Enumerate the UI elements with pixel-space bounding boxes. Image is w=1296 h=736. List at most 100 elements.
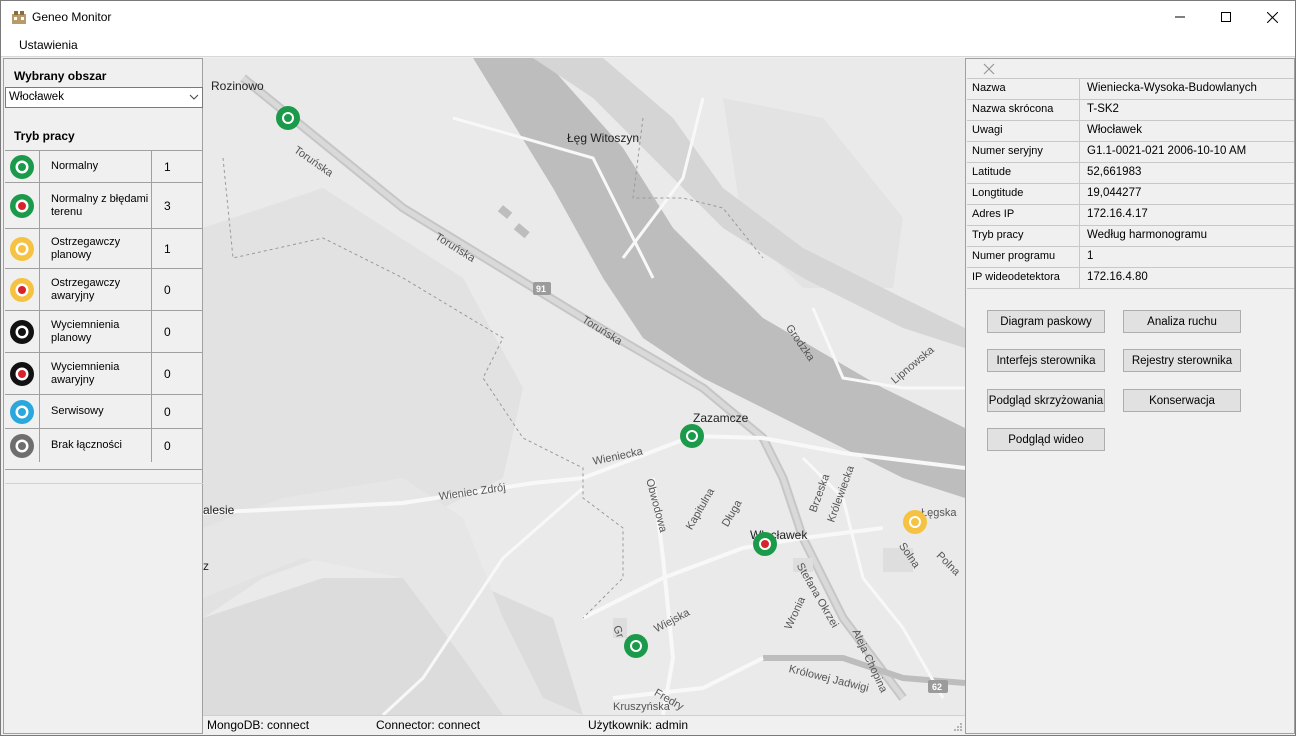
mode-label: Serwisowy — [41, 395, 152, 428]
mode-status-icon — [5, 269, 40, 310]
detail-row: Nazwa Wieniecka-Wysoka-Budowlanych — [967, 79, 1294, 100]
detail-row: Adres IP 172.16.4.17 — [967, 205, 1294, 226]
maximize-icon — [1221, 12, 1231, 22]
place-label-z: z — [203, 559, 209, 573]
mode-count: 1 — [164, 159, 171, 174]
detail-value: 172.16.4.17 — [1087, 208, 1148, 220]
area-dropdown-value: Włocławek — [9, 91, 64, 103]
mode-label: Wyciemnienia planowy — [41, 311, 152, 352]
title-bar: Geneo Monitor — [1, 1, 1295, 33]
mode-row: Wyciemnienia awaryjny 0 — [5, 352, 203, 394]
marker-center — [909, 516, 921, 528]
chevron-down-icon — [189, 94, 199, 100]
detail-key: Longtitude — [967, 184, 1080, 205]
mode-label: Normalny — [41, 151, 152, 182]
mode-status-icon — [5, 429, 40, 462]
mode-status-icon — [5, 183, 40, 228]
minimize-button[interactable] — [1157, 1, 1203, 33]
traffic-analysis-button[interactable]: Analiza ruchu — [1123, 310, 1241, 333]
place-label-leg-witoszyn: Łęg Witoszyn — [567, 131, 640, 145]
details-table: Nazwa Wieniecka-Wysoka-Budowlanych Nazwa s… — [967, 78, 1294, 289]
detail-key: IP wideodetektora — [967, 268, 1080, 289]
detail-value: 172.16.4.80 — [1087, 271, 1148, 283]
detail-key: Tryb pracy — [967, 226, 1080, 247]
mode-count: 0 — [164, 324, 171, 339]
area-section-label: Wybrany obszar — [14, 69, 107, 83]
mode-row: Normalny z błędami terenu 3 — [5, 182, 203, 228]
map-view[interactable]: 91 62 Rozinowo Łęg Witoszyn Zazamcze Wło… — [203, 58, 965, 715]
intersection-marker[interactable] — [624, 634, 648, 658]
detail-value: Włocławek — [1087, 124, 1142, 136]
controller-interface-button[interactable]: Interfejs sterownika — [987, 349, 1105, 372]
marker-center — [759, 538, 771, 550]
detail-key: Latitude — [967, 163, 1080, 184]
mode-count: 0 — [164, 404, 171, 419]
detail-value: T-SK2 — [1087, 103, 1119, 115]
area-dropdown[interactable]: Włocławek — [5, 87, 203, 108]
detail-key: Numer seryjny — [967, 142, 1080, 163]
menu-bar: Ustawienia — [1, 33, 1295, 57]
mode-row: Brak łączności 0 — [5, 428, 203, 462]
close-button[interactable] — [1249, 1, 1295, 33]
road-shield-62: 62 — [932, 682, 943, 692]
mode-status-icon — [5, 229, 40, 268]
detail-value: 19,044277 — [1087, 187, 1142, 199]
maximize-button[interactable] — [1203, 1, 1249, 33]
video-preview-button[interactable]: Podgląd wideo — [987, 428, 1105, 451]
detail-value: G1.1-0021-021 2006-10-10 AM — [1087, 145, 1247, 157]
intersection-marker-selected[interactable] — [753, 532, 777, 556]
detail-row: Numer seryjny G1.1-0021-021 2006-10-10 AM — [967, 142, 1294, 163]
intersection-preview-button[interactable]: Podgląd skrzyżowania — [987, 389, 1105, 412]
window-title: Geneo Monitor — [32, 10, 112, 24]
maintenance-button[interactable]: Konserwacja — [1123, 389, 1241, 412]
mode-label: Brak łączności — [41, 429, 152, 462]
place-label-zazamcze: Zazamcze — [693, 411, 749, 425]
detail-row: Numer programu 1 — [967, 247, 1294, 268]
mode-row: Serwisowy 0 — [5, 394, 203, 428]
resize-grip-icon[interactable] — [953, 722, 963, 732]
place-label-rozinowo: Rozinowo — [211, 79, 264, 93]
status-bar: MongoDB: connect Connector: connect Użyt… — [203, 715, 965, 734]
detail-value: 1 — [1087, 250, 1094, 262]
menu-settings[interactable]: Ustawienia — [12, 38, 85, 52]
mode-table-bottom — [5, 469, 203, 470]
detail-row: Longtitude 19,044277 — [967, 184, 1294, 205]
intersection-marker[interactable] — [276, 106, 300, 130]
mode-status-icon — [5, 395, 40, 428]
minimize-icon — [1175, 16, 1185, 18]
app-window: Geneo Monitor Ustawienia Wybrany obszar … — [0, 0, 1296, 736]
road-label-kruszynska: Kruszyńska — [613, 701, 670, 713]
details-panel: Nazwa Wieniecka-Wysoka-Budowlanych Nazwa s… — [965, 58, 1295, 734]
mode-count: 0 — [164, 282, 171, 297]
mode-label: Normalny z błędami terenu — [41, 183, 152, 228]
mode-row: Normalny 1 — [5, 150, 203, 182]
detail-key: Uwagi — [967, 121, 1080, 142]
detail-row: Nazwa skrócona T-SK2 — [967, 100, 1294, 121]
close-panel-icon[interactable] — [982, 62, 996, 76]
mode-status-icon — [5, 353, 40, 394]
marker-center — [282, 112, 294, 124]
controller-registers-button[interactable]: Rejestry sterownika — [1123, 349, 1241, 372]
mode-count: 0 — [164, 366, 171, 381]
intersection-marker[interactable] — [680, 424, 704, 448]
marker-center — [686, 430, 698, 442]
intersection-marker[interactable] — [903, 510, 927, 534]
detail-row: Latitude 52,661983 — [967, 163, 1294, 184]
diagram-button[interactable]: Diagram paskowy — [987, 310, 1105, 333]
detail-row: IP wideodetektora 172.16.4.80 — [967, 268, 1294, 289]
status-connector: Connector: connect — [376, 718, 481, 732]
mode-status-icon — [5, 151, 40, 182]
mode-row: Wyciemnienia planowy 0 — [5, 310, 203, 352]
detail-value: Według harmonogramu — [1087, 229, 1207, 241]
status-user: Użytkownik: admin — [588, 718, 689, 732]
status-mongodb: MongoDB: connect — [207, 718, 310, 732]
mode-status-icon — [5, 311, 40, 352]
mode-count: 0 — [164, 438, 171, 453]
left-panel: Wybrany obszar Włocławek Tryb pracy Norm… — [3, 58, 203, 734]
mode-label: Ostrzegawczy planowy — [41, 229, 152, 268]
mode-row: Ostrzegawczy planowy 1 — [5, 228, 203, 268]
mode-table: Normalny 1 Normalny z błędami terenu 3 Ostrz… — [5, 150, 203, 470]
detail-key: Nazwa — [967, 79, 1080, 100]
detail-key: Adres IP — [967, 205, 1080, 226]
mode-label: Wyciemnienia awaryjny — [41, 353, 152, 394]
